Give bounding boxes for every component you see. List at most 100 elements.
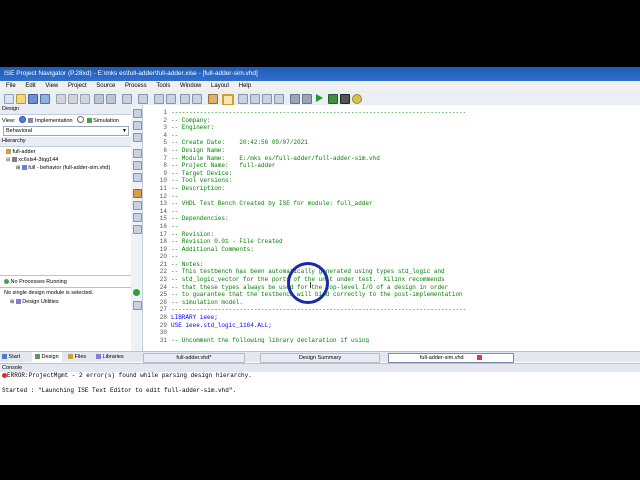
tab-full-adder-vhd-label: full-adder.vhd* (176, 355, 212, 361)
code-line[interactable]: -- Design Name: (171, 147, 466, 155)
open-folder-icon[interactable] (16, 94, 26, 104)
code-line[interactable]: USE ieee.std_logic_1164.ALL; (171, 322, 466, 330)
collapse-all-icon[interactable] (133, 173, 142, 182)
zoom-icon[interactable] (138, 94, 148, 104)
console-output[interactable]: ERROR:ProjectMgmt - 2 error(s) found whi… (0, 372, 640, 395)
code-line[interactable]: -- (171, 193, 466, 201)
menu-project[interactable]: Project (68, 83, 87, 89)
indent-icon[interactable] (154, 94, 164, 104)
code-line[interactable]: -- Tool versions: (171, 177, 466, 185)
expand-icon[interactable]: ⊞ (10, 299, 14, 305)
expand-all-icon[interactable] (133, 161, 142, 170)
tab-files[interactable]: Files (68, 352, 86, 362)
add-copy-icon[interactable] (133, 121, 142, 130)
comment-icon[interactable] (180, 94, 190, 104)
code-line[interactable]: -- Revision 0.01 - File Created (171, 238, 466, 246)
menu-view[interactable]: View (45, 83, 58, 89)
code-line[interactable]: -- VHDL Test Bench Created by ISE for mo… (171, 200, 466, 208)
window-float-icon[interactable] (262, 94, 272, 104)
code-editor[interactable]: 1 2 3 4 5 6 7 8 9 10 11 12 13 14 15 16 17 18 19 20 21 22 23 24 2… (143, 105, 640, 343)
simulation-radio[interactable] (77, 116, 85, 123)
remove-icon[interactable] (133, 133, 142, 142)
run-icon[interactable] (316, 94, 323, 102)
menu-process[interactable]: Process (125, 83, 147, 89)
menu-layout[interactable]: Layout (211, 83, 229, 89)
process-properties-icon[interactable] (133, 301, 142, 310)
code-line[interactable]: -- (171, 253, 466, 261)
copy-icon[interactable] (68, 94, 78, 104)
expand-icon[interactable]: ⊞ (16, 165, 20, 171)
menu-file[interactable]: File (6, 83, 16, 89)
simulation-label[interactable]: Simulation (93, 118, 119, 124)
menu-edit[interactable]: Edit (25, 83, 35, 89)
tab-full-adder-sim-vhd[interactable]: full-adder-sim.vhd (388, 353, 514, 363)
code-line[interactable]: -- Revision: (171, 231, 466, 239)
code-line[interactable]: LIBRARY ieee; (171, 314, 466, 322)
tab-start[interactable]: Start (2, 352, 20, 362)
design-properties-icon[interactable] (290, 94, 300, 104)
line-number: 28 (159, 314, 167, 322)
code-line[interactable]: ----------------------------------------… (171, 109, 466, 117)
menu-source[interactable]: Source (96, 83, 115, 89)
code-line[interactable]: -- (171, 223, 466, 231)
close-icon[interactable] (477, 355, 483, 360)
run-process-icon[interactable] (133, 289, 140, 296)
filter-icon[interactable] (133, 201, 142, 210)
properties-icon[interactable] (133, 149, 142, 158)
tab-design[interactable]: Design (32, 352, 62, 362)
tree-item-project[interactable]: full-adder (6, 148, 35, 156)
code-line[interactable]: -- Additional Comments: (171, 246, 466, 254)
code-text[interactable]: ----------------------------------------… (171, 109, 466, 343)
tree-item-device[interactable]: ⊟ xc6slx4-3tqg144 (6, 156, 58, 164)
menu-tools[interactable]: Tools (156, 83, 170, 89)
window-tile-icon[interactable] (238, 94, 248, 104)
collapse-icon[interactable]: ⊟ (6, 157, 10, 163)
code-line[interactable]: -- Dependencies: (171, 215, 466, 223)
code-line[interactable]: -- Uncomment the following library decla… (171, 337, 466, 343)
tab-full-adder-vhd[interactable]: full-adder.vhd* (143, 353, 245, 363)
implementation-radio[interactable] (18, 116, 26, 123)
tab-libraries[interactable]: Libraries (96, 352, 124, 362)
new-file-icon[interactable] (4, 94, 14, 104)
add-source-icon[interactable] (133, 109, 142, 118)
tab-full-adder-sim-vhd-label: full-adder-sim.vhd (419, 355, 464, 361)
code-line[interactable]: -- (171, 208, 466, 216)
find-icon[interactable] (122, 94, 132, 104)
hierarchy-icon[interactable] (133, 213, 142, 222)
code-line[interactable]: ----------------------------------------… (171, 306, 466, 314)
code-line[interactable] (171, 329, 466, 337)
code-line[interactable]: -- Company: (171, 117, 466, 125)
code-line[interactable]: -- Description: (171, 185, 466, 193)
search-icon[interactable] (133, 225, 142, 234)
chevron-down-icon[interactable]: ▼ (122, 127, 127, 135)
key-icon[interactable] (302, 94, 312, 104)
code-line[interactable]: -- Project Name: full-adder (171, 162, 466, 170)
behavioral-dropdown[interactable]: Behavioral ▼ (3, 126, 129, 136)
design-utilities-item[interactable]: ⊞ Design Utilities (10, 298, 59, 306)
bookmark-icon[interactable] (208, 94, 218, 104)
undo-icon[interactable] (94, 94, 104, 104)
menu-help[interactable]: Help (239, 83, 251, 89)
window-dock-icon[interactable] (274, 94, 284, 104)
code-line[interactable]: -- Engineer: (171, 124, 466, 132)
cut-icon[interactable] (56, 94, 66, 104)
menu-window[interactable]: Window (180, 83, 201, 89)
help-bulb-icon[interactable] (352, 94, 362, 104)
implementation-label[interactable]: Implementation (35, 118, 73, 124)
save-icon[interactable] (28, 94, 38, 104)
window-cascade-icon[interactable] (250, 94, 260, 104)
paste-icon[interactable] (80, 94, 90, 104)
outdent-icon[interactable] (166, 94, 176, 104)
stop-icon[interactable] (340, 94, 350, 104)
tree-item-testbench[interactable]: ⊞ full - behavior (full-adder-sim.vhd) (16, 164, 110, 172)
warning-icon[interactable] (133, 189, 142, 198)
code-line[interactable]: -- Create Date: 20:42:56 09/07/2021 (171, 139, 466, 147)
uncomment-icon[interactable] (192, 94, 202, 104)
save-all-icon[interactable] (40, 94, 50, 104)
tab-design-summary[interactable]: Design Summary (260, 353, 380, 363)
code-line[interactable]: -- (171, 132, 466, 140)
code-line[interactable]: -- Module Name: E:/mks es/full-adder/ful… (171, 155, 466, 163)
redo-icon[interactable] (106, 94, 116, 104)
code-line[interactable]: -- Target Device: (171, 170, 466, 178)
rerun-all-icon[interactable] (328, 94, 338, 104)
